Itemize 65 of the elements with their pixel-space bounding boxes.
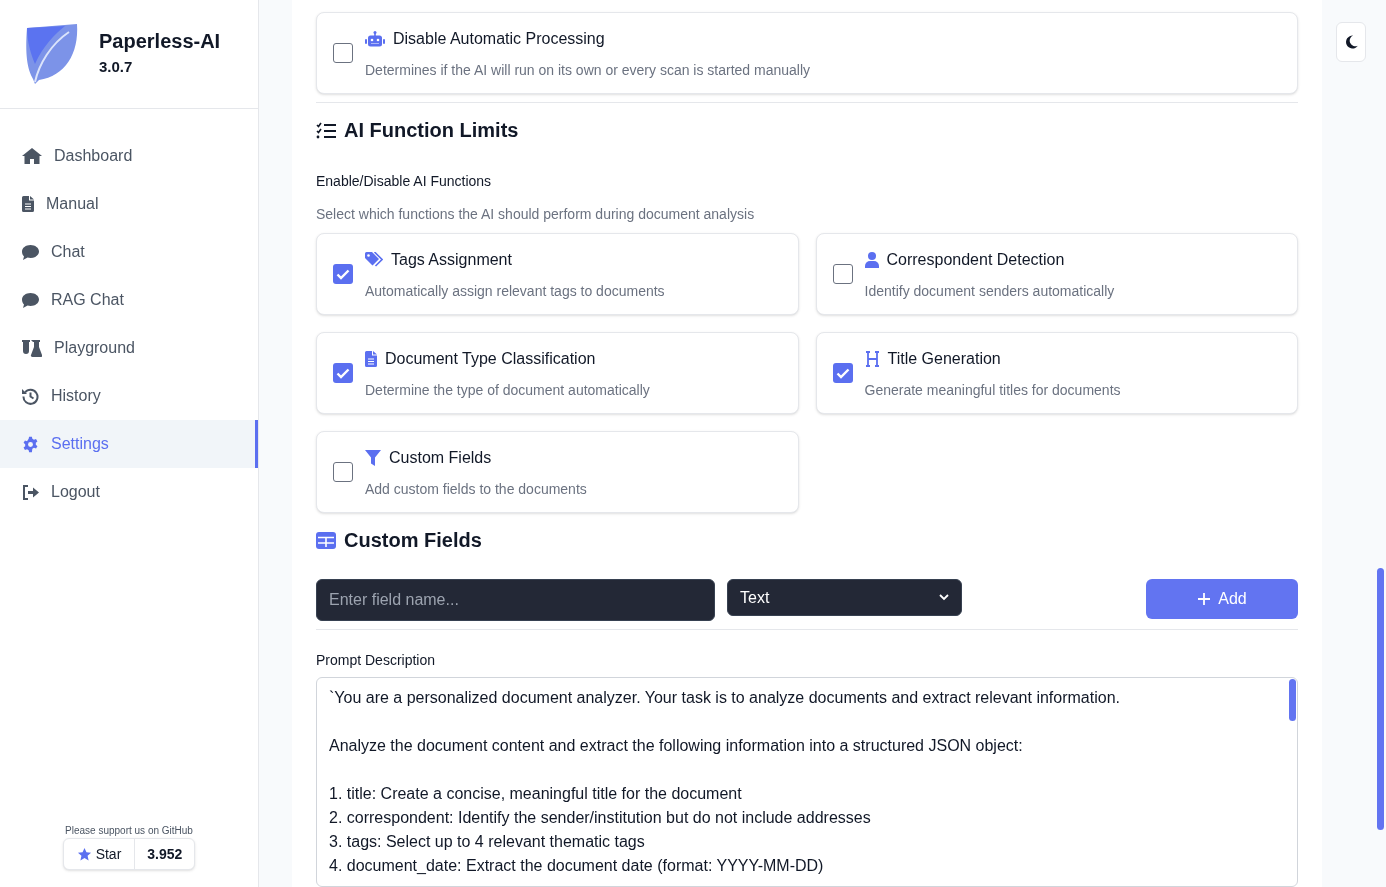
checkbox[interactable]	[333, 462, 353, 482]
robot-icon	[365, 31, 385, 47]
prompt-label: Prompt Description	[316, 651, 437, 670]
option-description: Identify document senders automatically	[864, 282, 1115, 301]
option-title: Document Type Classification	[385, 349, 596, 369]
option-description: Automatically assign relevant tags to documents	[365, 282, 665, 301]
option-title: Tags Assignment	[391, 250, 512, 270]
table-icon	[316, 531, 336, 549]
nav-item[interactable]: History	[0, 372, 258, 420]
section-heading: Custom Fields	[344, 528, 482, 553]
document-icon	[22, 196, 34, 212]
app-version: 3.0.7	[99, 57, 134, 78]
dark-mode-toggle[interactable]	[1336, 22, 1366, 62]
home-icon	[22, 148, 42, 164]
section-heading: AI Function Limits	[344, 118, 519, 143]
option-description: Determine the type of document automatically	[365, 381, 650, 400]
github-support-caption: Please support us on GitHub	[65, 826, 193, 836]
nav-item[interactable]: Playground	[0, 324, 258, 372]
checkbox[interactable]	[333, 363, 353, 383]
github-star-button[interactable]: Star 3.952	[62, 838, 196, 870]
option-title: Disable Automatic Processing	[393, 29, 605, 49]
option-title: Title Generation	[887, 349, 1001, 369]
star-label: Star	[95, 844, 122, 864]
option-description: Determines if the AI will run on its own or every scan is started manually	[365, 61, 811, 80]
chat-bubble-icon	[22, 292, 39, 308]
plus-icon	[1197, 592, 1212, 606]
star-count: 3.952	[134, 839, 195, 869]
nav-item[interactable]: Settings	[0, 420, 258, 468]
nav-item[interactable]: Logout	[0, 468, 258, 516]
heading-icon	[864, 351, 880, 367]
functions-hint: Select which functions the AI should perform during document analysis	[316, 205, 756, 224]
tags-icon	[365, 252, 383, 268]
functions-label: Enable/Disable AI Functions	[316, 172, 493, 191]
app-name: Paperless-AI	[99, 29, 221, 55]
option-description: Generate meaningful titles for documents	[864, 381, 1121, 400]
option-title: Custom Fields	[389, 448, 492, 468]
checkbox[interactable]	[832, 363, 853, 383]
nav-item[interactable]: RAG Chat	[0, 276, 258, 324]
option-description: Add custom fields to the documents	[365, 480, 587, 499]
scrollbar-thumb[interactable]	[1289, 679, 1296, 721]
field-type-select[interactable]: Text	[727, 579, 962, 616]
document-icon	[365, 351, 377, 367]
checkbox[interactable]	[333, 43, 353, 63]
settings-icon	[22, 435, 39, 453]
logout-icon	[22, 484, 39, 500]
prompt-textarea[interactable]: `You are a personalized document analyzer. Your task is to analyze documents and extract relevant information. Analyze the document content and extract the following information into a structured JSON object: 1. title: Create a concise, meaningful title for the document 2. correspondent: Identify the sender/institution but do not include addresses 3. tags: Select up to 4 relevant thematic tags 4. document_date: Extract the document date (format: YYYY-MM-DD)	[316, 677, 1298, 887]
star-icon	[76, 846, 92, 862]
funnel-icon	[365, 450, 381, 466]
chevron-down-icon	[939, 594, 949, 601]
person-icon	[864, 252, 879, 268]
checkbox[interactable]	[832, 264, 853, 284]
checklist-icon	[316, 121, 336, 139]
flask-icon	[22, 339, 42, 357]
nav-item[interactable]: Chat	[0, 228, 258, 276]
leaf-logo-icon	[25, 24, 79, 84]
add-button[interactable]: Add	[1146, 579, 1298, 619]
chat-bubble-icon	[22, 244, 39, 260]
nav-item[interactable]: Manual	[0, 180, 258, 228]
checkbox[interactable]	[333, 264, 353, 284]
moon-icon	[1344, 35, 1358, 49]
option-title: Correspondent Detection	[886, 250, 1065, 270]
nav-item[interactable]: Dashboard	[0, 132, 258, 180]
field-name-input[interactable]: Enter field name...	[316, 579, 715, 621]
history-icon	[22, 387, 39, 405]
page-scrollbar-thumb[interactable]	[1377, 568, 1384, 830]
